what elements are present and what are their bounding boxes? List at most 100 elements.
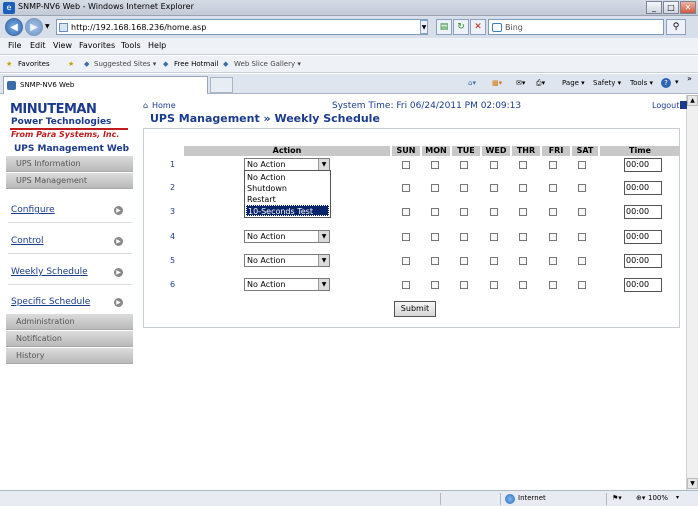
time-input[interactable]: 00:00 (624, 278, 662, 292)
sidebar-item-ups-information[interactable]: UPS Information (6, 156, 133, 172)
day-checkbox[interactable] (490, 281, 498, 289)
zoom-dropdown-icon[interactable]: ▾ (676, 494, 679, 501)
read-mail-icon[interactable]: ✉▾ (516, 79, 525, 87)
day-checkbox[interactable] (578, 233, 586, 241)
menu-file[interactable]: File (8, 41, 21, 50)
day-checkbox[interactable] (460, 184, 468, 192)
compatibility-icon[interactable]: ▤ (436, 19, 452, 35)
day-checkbox[interactable] (549, 161, 557, 169)
sidebar-item-history[interactable]: History (6, 348, 133, 364)
sidebar-item-administration[interactable]: Administration (6, 314, 133, 330)
time-input[interactable]: 00:00 (624, 158, 662, 172)
home-icon[interactable]: ⌂ (143, 101, 148, 110)
configure-arrow-icon[interactable]: ▶ (114, 206, 123, 215)
day-checkbox[interactable] (519, 257, 527, 265)
sidebar-link-control[interactable]: Control (11, 236, 44, 246)
day-checkbox[interactable] (549, 208, 557, 216)
sidebar-link-specific-schedule[interactable]: Specific Schedule (11, 297, 90, 307)
address-bar[interactable]: http://192.168.168.236/home.asp (56, 19, 428, 35)
day-checkbox[interactable] (578, 208, 586, 216)
chevron-down-icon[interactable]: ▼ (318, 279, 329, 290)
day-checkbox[interactable] (431, 161, 439, 169)
tools-menu[interactable]: Tools ▾ (630, 79, 653, 87)
web-slice-gallery-link[interactable]: Web Slice Gallery ▾ (234, 60, 301, 68)
day-checkbox[interactable] (490, 184, 498, 192)
day-checkbox[interactable] (402, 161, 410, 169)
day-checkbox[interactable] (519, 208, 527, 216)
control-arrow-icon[interactable]: ▶ (114, 237, 123, 246)
weekly-schedule-arrow-icon[interactable]: ▶ (114, 268, 123, 277)
day-checkbox[interactable] (490, 161, 498, 169)
day-checkbox[interactable] (578, 184, 586, 192)
zoom-icon[interactable]: ⊕▾ (636, 494, 645, 502)
day-checkbox[interactable] (519, 161, 527, 169)
forward-button[interactable]: ▶ (25, 18, 43, 36)
time-input[interactable]: 00:00 (624, 205, 662, 219)
specific-schedule-arrow-icon[interactable]: ▶ (114, 298, 123, 307)
sidebar-item-ups-management[interactable]: UPS Management (6, 173, 133, 189)
day-checkbox[interactable] (402, 184, 410, 192)
day-checkbox[interactable] (431, 208, 439, 216)
home-link[interactable]: Home (152, 101, 176, 110)
day-checkbox[interactable] (578, 257, 586, 265)
maximize-button[interactable]: □ (663, 1, 679, 14)
day-checkbox[interactable] (549, 233, 557, 241)
option-shutdown[interactable]: Shutdown (246, 183, 329, 194)
day-checkbox[interactable] (490, 208, 498, 216)
day-checkbox[interactable] (519, 281, 527, 289)
day-checkbox[interactable] (460, 161, 468, 169)
chevron-down-icon[interactable]: ▼ (318, 231, 329, 242)
day-checkbox[interactable] (431, 281, 439, 289)
protected-mode-icon[interactable]: ⚑▾ (612, 494, 622, 502)
day-checkbox[interactable] (431, 233, 439, 241)
day-checkbox[interactable] (490, 233, 498, 241)
menu-edit[interactable]: Edit (30, 41, 46, 50)
favorites-button[interactable]: Favorites (18, 60, 50, 68)
sidebar-item-notification[interactable]: Notification (6, 331, 133, 347)
day-checkbox[interactable] (490, 257, 498, 265)
help-menu-icon[interactable]: ? (661, 78, 671, 88)
action-select[interactable]: No Action ▼ (244, 278, 330, 291)
day-checkbox[interactable] (431, 184, 439, 192)
option-10-seconds-test[interactable]: 10-Seconds Test (246, 205, 329, 216)
day-checkbox[interactable] (460, 257, 468, 265)
day-checkbox[interactable] (519, 184, 527, 192)
address-dropdown-icon[interactable]: ▼ (420, 20, 428, 34)
safety-menu[interactable]: Safety ▾ (593, 79, 621, 87)
search-icon[interactable]: ⚲ (666, 19, 686, 35)
chevron-down-icon[interactable]: ▼ (318, 255, 329, 266)
recent-pages-chevron-icon[interactable]: ▼ (45, 23, 50, 30)
scroll-up-icon[interactable]: ▲ (687, 95, 698, 106)
time-input[interactable]: 00:00 (624, 254, 662, 268)
day-checkbox[interactable] (519, 233, 527, 241)
submit-button[interactable]: Submit (394, 301, 436, 317)
new-tab-button[interactable] (210, 77, 233, 93)
zoom-level[interactable]: 100% (648, 494, 668, 502)
minimize-button[interactable]: _ (646, 1, 662, 14)
time-input[interactable]: 00:00 (624, 230, 662, 244)
day-checkbox[interactable] (402, 257, 410, 265)
free-hotmail-link[interactable]: Free Hotmail (174, 60, 218, 68)
menu-help[interactable]: Help (148, 41, 166, 50)
logout-link[interactable]: Logout (652, 101, 679, 110)
day-checkbox[interactable] (549, 281, 557, 289)
back-button[interactable]: ◀ (5, 18, 23, 36)
home-toolbar-icon[interactable]: ⌂▾ (468, 79, 476, 87)
day-checkbox[interactable] (431, 257, 439, 265)
close-button[interactable]: ✕ (680, 1, 696, 14)
feeds-icon[interactable]: ▩▾ (492, 79, 502, 87)
day-checkbox[interactable] (460, 233, 468, 241)
refresh-icon[interactable]: ↻ (453, 19, 469, 35)
suggested-sites-link[interactable]: Suggested Sites ▾ (94, 60, 156, 68)
menu-tools[interactable]: Tools (121, 41, 141, 50)
day-checkbox[interactable] (402, 208, 410, 216)
help-dropdown-icon[interactable]: ▾ (675, 78, 679, 86)
day-checkbox[interactable] (402, 281, 410, 289)
day-checkbox[interactable] (578, 281, 586, 289)
action-select[interactable]: No Action ▼ (244, 254, 330, 267)
chevron-down-icon[interactable]: ▼ (318, 159, 329, 170)
option-restart[interactable]: Restart (246, 194, 329, 205)
sidebar-link-configure[interactable]: Configure (11, 205, 55, 215)
add-favorite-icon[interactable]: ★ (68, 60, 74, 68)
day-checkbox[interactable] (578, 161, 586, 169)
